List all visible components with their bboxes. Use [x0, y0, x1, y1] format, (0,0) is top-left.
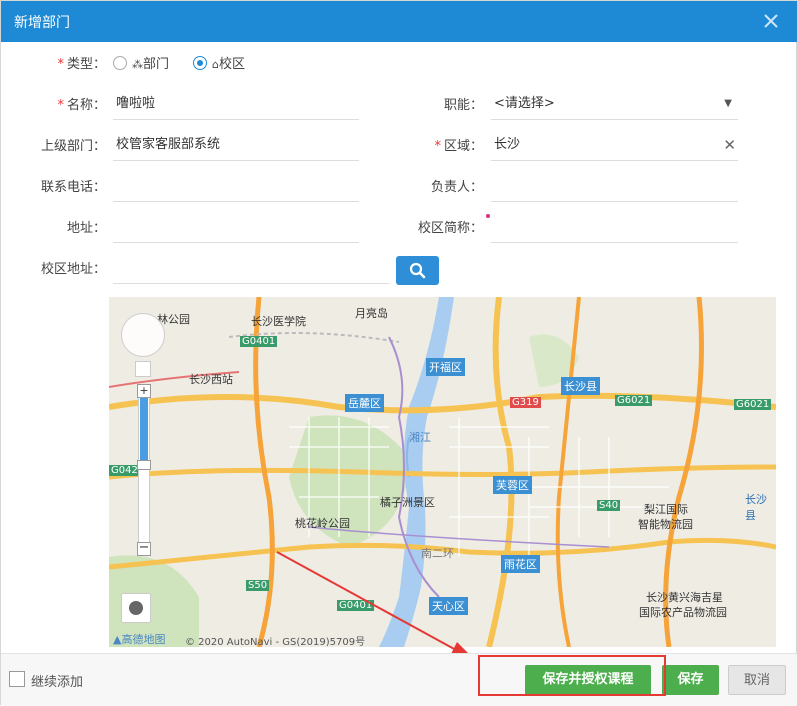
campus-address-input[interactable] [113, 254, 389, 284]
region-label: * 区域： [434, 139, 483, 154]
campus-short-name-label: 校区简称： [417, 221, 483, 236]
map-district-label: 长沙县 [561, 377, 600, 395]
campus-short-name-input[interactable] [491, 213, 738, 243]
campus-icon: ⌂ [212, 58, 219, 71]
add-department-dialog: 新增部门 * 类型： ⁂部门 ⌂校区 * 名称： 噜啦啦 职能： <请选择> ▼ 上… [0, 0, 797, 706]
org-chart-icon: ⁂ [132, 58, 143, 71]
required-dot [486, 214, 490, 218]
map-district-label: 开福区 [426, 358, 465, 376]
map-river-label: 湘江 [409, 431, 431, 444]
annotation-highlight-box [478, 655, 666, 696]
phone-input[interactable] [113, 172, 359, 202]
map-place-label: 长沙县 [745, 493, 767, 522]
map-place-label: 梨江国际 [644, 503, 688, 516]
name-input[interactable]: 噜啦啦 [113, 90, 359, 120]
function-label: 职能： [443, 98, 483, 113]
region-select[interactable]: 长沙 ✕ [491, 131, 738, 161]
continue-add-checkbox[interactable] [9, 671, 25, 687]
dialog-titlebar: 新增部门 [1, 1, 797, 42]
road-shield: G0401 [240, 336, 278, 347]
map-district-label: 雨花区 [501, 555, 540, 573]
parent-department-input[interactable]: 校管家客服部系统 [113, 131, 359, 161]
road-shield: G6021 [734, 399, 772, 410]
function-select[interactable]: <请选择> ▼ [491, 90, 738, 120]
owner-input[interactable] [491, 172, 738, 202]
radio-department[interactable]: ⁂部门 [113, 56, 169, 74]
map-brand: ▲高德地图 [113, 633, 166, 646]
map-place-label: 智能物流园 [638, 518, 693, 531]
map-locate-button[interactable] [135, 361, 151, 377]
type-label: * 类型： [57, 57, 106, 72]
save-button[interactable]: 保存 [662, 665, 719, 695]
road-shield: S50 [246, 580, 270, 591]
search-icon [409, 262, 426, 279]
phone-label: 联系电话： [40, 180, 106, 195]
radio-campus[interactable]: ⌂校区 [193, 56, 245, 74]
zoom-in-icon[interactable]: + [137, 384, 151, 398]
map-pan-control[interactable] [121, 313, 165, 357]
map-compass-button[interactable] [121, 593, 151, 623]
road-shield: G6021 [615, 395, 653, 406]
cancel-button[interactable]: 取消 [728, 665, 786, 695]
zoom-handle[interactable] [137, 460, 151, 470]
map-place-label: 桃花岭公园 [295, 517, 350, 530]
continue-add-label: 继续添加 [31, 675, 84, 690]
parent-department-label: 上级部门： [40, 139, 106, 154]
address-input[interactable] [113, 213, 359, 243]
map-place-label: 橘子洲景区 [380, 496, 435, 509]
dropdown-arrow-icon: ▼ [724, 98, 732, 109]
zoom-slider-fill [140, 398, 148, 462]
map-place-label: 长沙黄兴海吉星 [646, 591, 723, 604]
dialog-title: 新增部门 [14, 15, 70, 31]
annotation-arrow [276, 551, 477, 662]
owner-label: 负责人： [430, 180, 483, 195]
zoom-out-icon[interactable]: − [137, 541, 151, 556]
map-place-label: 长沙医学院 [251, 315, 306, 328]
address-label: 地址： [66, 221, 106, 236]
zoom-slider[interactable]: + − [137, 384, 151, 556]
map-district-label: 芙蓉区 [493, 476, 532, 494]
map-search-button[interactable] [396, 256, 439, 285]
map-place-label: 长沙西站 [189, 373, 233, 386]
close-icon[interactable] [760, 10, 782, 32]
road-shield: S40 [597, 500, 621, 511]
name-label: * 名称： [57, 98, 106, 113]
map-place-label: 国际农产品物流园 [639, 606, 727, 619]
radio-circle[interactable] [113, 56, 127, 70]
road-shield: G319 [510, 397, 541, 408]
campus-address-label: 校区地址： [40, 262, 106, 277]
clear-icon[interactable]: ✕ [723, 131, 736, 159]
map-place-label: 月亮岛 [355, 307, 388, 320]
radio-circle-selected[interactable] [193, 56, 207, 70]
map-district-label: 岳麓区 [345, 394, 384, 412]
